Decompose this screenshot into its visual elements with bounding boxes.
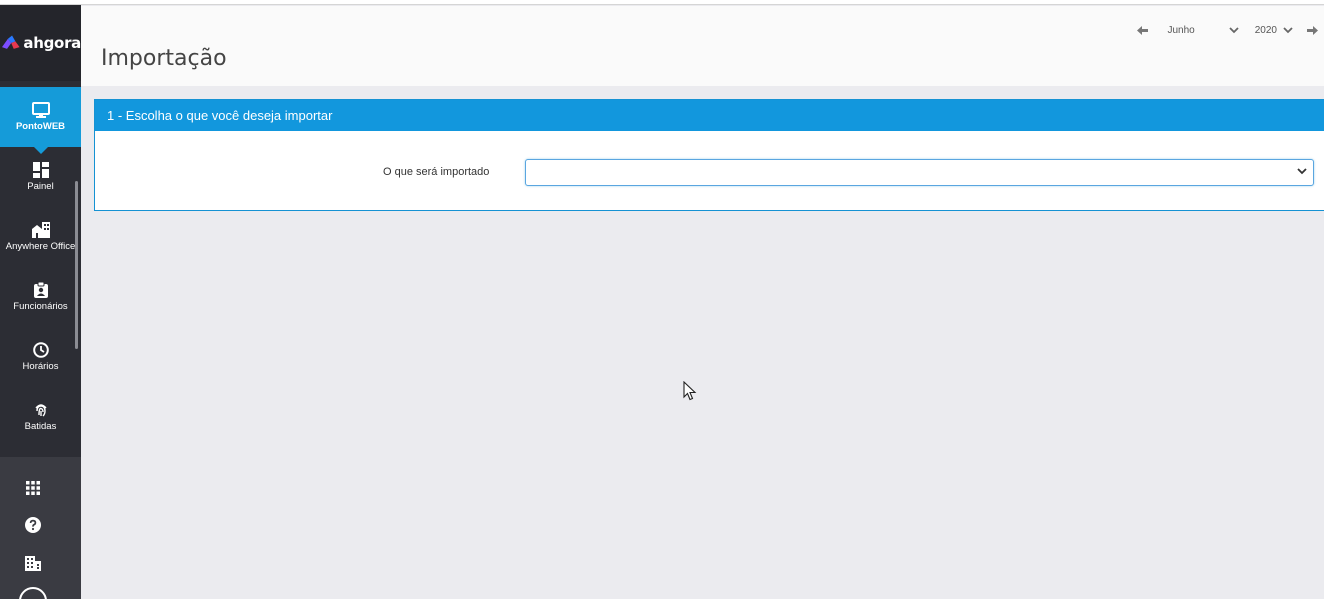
month-select[interactable]: Junho	[1168, 25, 1239, 36]
apps-grid-icon[interactable]	[24, 479, 42, 497]
page-header: Importação Junho 2020	[81, 6, 1324, 86]
sidebar-item-label: PontoWEB	[15, 121, 66, 132]
badge-icon	[33, 282, 48, 298]
prev-month-button[interactable]	[1136, 25, 1148, 35]
sidebar-item-anywhere-office[interactable]: Anywhere Office	[0, 207, 81, 267]
clock-icon	[32, 342, 49, 358]
monitor-icon	[31, 102, 50, 118]
dashboard-icon	[32, 162, 49, 178]
arrow-left-icon	[1136, 25, 1148, 35]
panel-title: 1 - Escolha o que você deseja importar	[95, 100, 1324, 131]
year-select[interactable]: 2020	[1255, 25, 1293, 36]
top-border	[0, 0, 1324, 5]
avatar[interactable]	[19, 587, 47, 599]
sidebar: ahgora PontoWEB Painel Anywhere Office F…	[0, 5, 81, 599]
company-icon[interactable]	[24, 554, 42, 572]
period-selector: Junho 2020	[1136, 22, 1324, 38]
arrow-right-icon	[1307, 25, 1318, 35]
import-type-label: O que será importado	[383, 166, 490, 178]
sidebar-scrollbar[interactable]	[75, 181, 78, 349]
sidebar-item-pontoweb[interactable]: PontoWEB	[0, 87, 81, 154]
sidebar-item-label: Batidas	[24, 421, 57, 432]
sidebar-bottom-tools	[0, 457, 81, 599]
buildings-icon	[31, 222, 50, 238]
mouse-cursor-icon	[683, 381, 697, 401]
sidebar-item-batidas[interactable]: Batidas	[0, 387, 81, 447]
brand-logo[interactable]: ahgora	[0, 5, 81, 81]
sidebar-item-funcionarios[interactable]: Funcionários	[0, 267, 81, 327]
year-value: 2020	[1254, 24, 1277, 36]
sidebar-item-label: Anywhere Office	[5, 241, 76, 252]
next-month-button[interactable]	[1307, 25, 1318, 35]
chevron-down-icon	[1229, 26, 1239, 33]
import-panel: 1 - Escolha o que você deseja importar O…	[94, 99, 1324, 211]
import-type-select[interactable]	[525, 159, 1314, 186]
chevron-down-icon	[1283, 26, 1293, 33]
sidebar-item-label: Funcionários	[13, 301, 68, 312]
fingerprint-icon	[34, 404, 47, 417]
sidebar-item-horarios[interactable]: Horários	[0, 327, 81, 387]
brand-name: ahgora	[23, 34, 81, 52]
chevron-down-icon	[1297, 168, 1307, 175]
help-icon[interactable]	[24, 516, 42, 534]
sidebar-item-label: Horários	[22, 361, 59, 372]
page-title: Importação	[101, 46, 227, 71]
sidebar-item-label: Painel	[27, 181, 54, 192]
sidebar-item-painel[interactable]: Painel	[0, 147, 81, 207]
ahgora-logo-icon	[2, 35, 20, 49]
month-value: Junho	[1167, 24, 1195, 36]
